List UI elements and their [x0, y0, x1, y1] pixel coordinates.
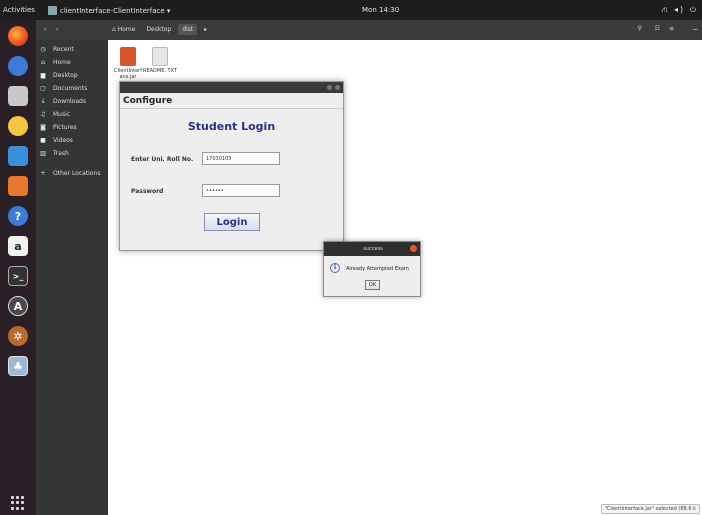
- login-heading: Student Login: [187, 120, 276, 133]
- file-item-readme[interactable]: README. TXT: [141, 47, 179, 74]
- crumb-dist[interactable]: dist: [178, 24, 198, 35]
- sidebar-item-trash[interactable]: ▥ Trash: [40, 150, 69, 157]
- java-app-icon[interactable]: ♣: [8, 356, 28, 376]
- recent-icon: ◷: [40, 46, 46, 53]
- documents-icon: ▢: [40, 85, 46, 92]
- sidebar-item-recent[interactable]: ◷ Recent: [40, 46, 74, 53]
- plus-icon: +: [40, 170, 46, 177]
- close-window-icon[interactable]: [335, 85, 340, 90]
- sidebar-item-label: Other Locations: [53, 170, 101, 177]
- settings-gear-icon[interactable]: ✲: [8, 326, 28, 346]
- sidebar-item-label: Videos: [53, 137, 73, 144]
- selection-status: "ClientInterface.jar" selected (88.6 k: [600, 504, 700, 514]
- pictures-icon: ◙: [40, 124, 46, 131]
- thunderbird-icon[interactable]: [8, 56, 28, 76]
- text-file-icon: [152, 47, 168, 66]
- clock[interactable]: Mon 14:30: [362, 6, 399, 14]
- downloads-icon: ↓: [40, 98, 46, 105]
- videos-icon: ■: [40, 137, 46, 144]
- amazon-letter: a: [14, 239, 22, 253]
- crumb-next[interactable]: ▸: [200, 24, 211, 35]
- sidebar-item-videos[interactable]: ■ Videos: [40, 137, 73, 144]
- firefox-icon[interactable]: [8, 26, 28, 46]
- window-title: Configure: [123, 96, 173, 106]
- file-manager-header: ‹ › ⌂ Home Desktop dist ▸ ⚲ ☷ ≡ ⚊: [36, 20, 702, 40]
- desktop-icon: ▆: [40, 72, 46, 79]
- desktop-screen: Activities clientInterface-ClientInterfa…: [0, 0, 702, 515]
- sidebar-item-documents[interactable]: ▢ Documents: [40, 85, 87, 92]
- sidebar-item-label: Home: [53, 59, 71, 66]
- window-titlebar[interactable]: [120, 82, 343, 93]
- places-sidebar: ◷ Recent ⌂ Home ▆ Desktop ▢ Documents ↓ Downl…: [36, 40, 108, 515]
- sidebar-item-label: Pictures: [53, 124, 77, 131]
- dialog-titlebar[interactable]: success: [324, 242, 420, 256]
- password-label: Password: [131, 188, 164, 195]
- top-bar: Activities clientInterface-ClientInterfa…: [0, 0, 702, 20]
- message-dialog: success i Already Attempted Exam OK: [323, 241, 421, 297]
- search-icon[interactable]: ⚲: [638, 25, 642, 32]
- configure-window: Configure Student Login Enter Uni. Roll …: [119, 81, 344, 251]
- file-name: ClientInterf ace.jar: [114, 68, 142, 80]
- sidebar-item-label: Music: [53, 111, 71, 118]
- amazon-icon[interactable]: a: [8, 236, 28, 256]
- jar-file-icon: [120, 47, 136, 66]
- login-button[interactable]: Login: [204, 213, 260, 231]
- ok-button[interactable]: OK: [365, 280, 380, 290]
- system-tray[interactable]: ⛙ ◂) ⏻: [662, 5, 698, 15]
- atom-icon[interactable]: A: [8, 296, 28, 316]
- minimize-window-icon[interactable]: [327, 85, 332, 90]
- trash-icon: ▥: [40, 150, 46, 157]
- show-applications-icon[interactable]: [11, 496, 25, 510]
- close-icon[interactable]: [410, 245, 417, 252]
- home-icon: ⌂: [41, 59, 45, 66]
- files-icon[interactable]: [8, 86, 28, 106]
- app-menu-label: clientInterface-ClientInterface ▾: [60, 6, 171, 15]
- dock: ? a >_ A ✲ ♣: [0, 20, 36, 515]
- sidebar-item-label: Recent: [53, 46, 74, 53]
- sidebar-item-label: Documents: [53, 85, 88, 92]
- rhythmbox-icon[interactable]: [8, 116, 28, 136]
- dialog-message: Already Attempted Exam: [346, 266, 409, 272]
- password-input[interactable]: [202, 184, 280, 197]
- breadcrumb: ⌂ Home Desktop dist ▸: [108, 24, 211, 35]
- sidebar-item-music[interactable]: ♫ Music: [40, 111, 70, 118]
- menu-icon[interactable]: ≡: [669, 25, 674, 32]
- libreoffice-writer-icon[interactable]: [8, 146, 28, 166]
- sidebar-item-desktop[interactable]: ▆ Desktop: [40, 72, 78, 79]
- music-icon: ♫: [40, 111, 46, 118]
- forward-button[interactable]: ›: [56, 26, 58, 33]
- crumb-desktop[interactable]: Desktop: [142, 24, 175, 35]
- view-toggle-icon[interactable]: ☷: [655, 25, 660, 32]
- terminal-icon[interactable]: >_: [8, 266, 28, 286]
- file-name: README. TXT: [142, 68, 177, 74]
- roll-number-input[interactable]: [202, 152, 280, 165]
- title-divider: [120, 108, 343, 109]
- dialog-title: success: [363, 246, 383, 252]
- back-button[interactable]: ‹: [44, 26, 46, 33]
- sidebar-item-pictures[interactable]: ◙ Pictures: [40, 124, 77, 131]
- activities-button[interactable]: Activities: [3, 6, 35, 14]
- info-icon: i: [330, 263, 340, 273]
- app-menu[interactable]: clientInterface-ClientInterface ▾: [48, 6, 170, 15]
- sidebar-item-downloads[interactable]: ↓ Downloads: [40, 98, 86, 105]
- roll-number-label: Enter Uni. Roll No.: [131, 156, 194, 163]
- sidebar-item-label: Desktop: [53, 72, 78, 79]
- sidebar-item-label: Downloads: [53, 98, 86, 105]
- sidebar-item-label: Trash: [53, 150, 69, 157]
- app-icon: [48, 6, 57, 15]
- help-icon[interactable]: ?: [8, 206, 28, 226]
- sidebar-item-other-locations[interactable]: + Other Locations: [40, 170, 100, 177]
- crumb-home[interactable]: ⌂ Home: [108, 24, 139, 35]
- minimize-icon[interactable]: ⚊: [693, 25, 698, 32]
- sidebar-item-home[interactable]: ⌂ Home: [40, 59, 71, 66]
- software-center-icon[interactable]: [8, 176, 28, 196]
